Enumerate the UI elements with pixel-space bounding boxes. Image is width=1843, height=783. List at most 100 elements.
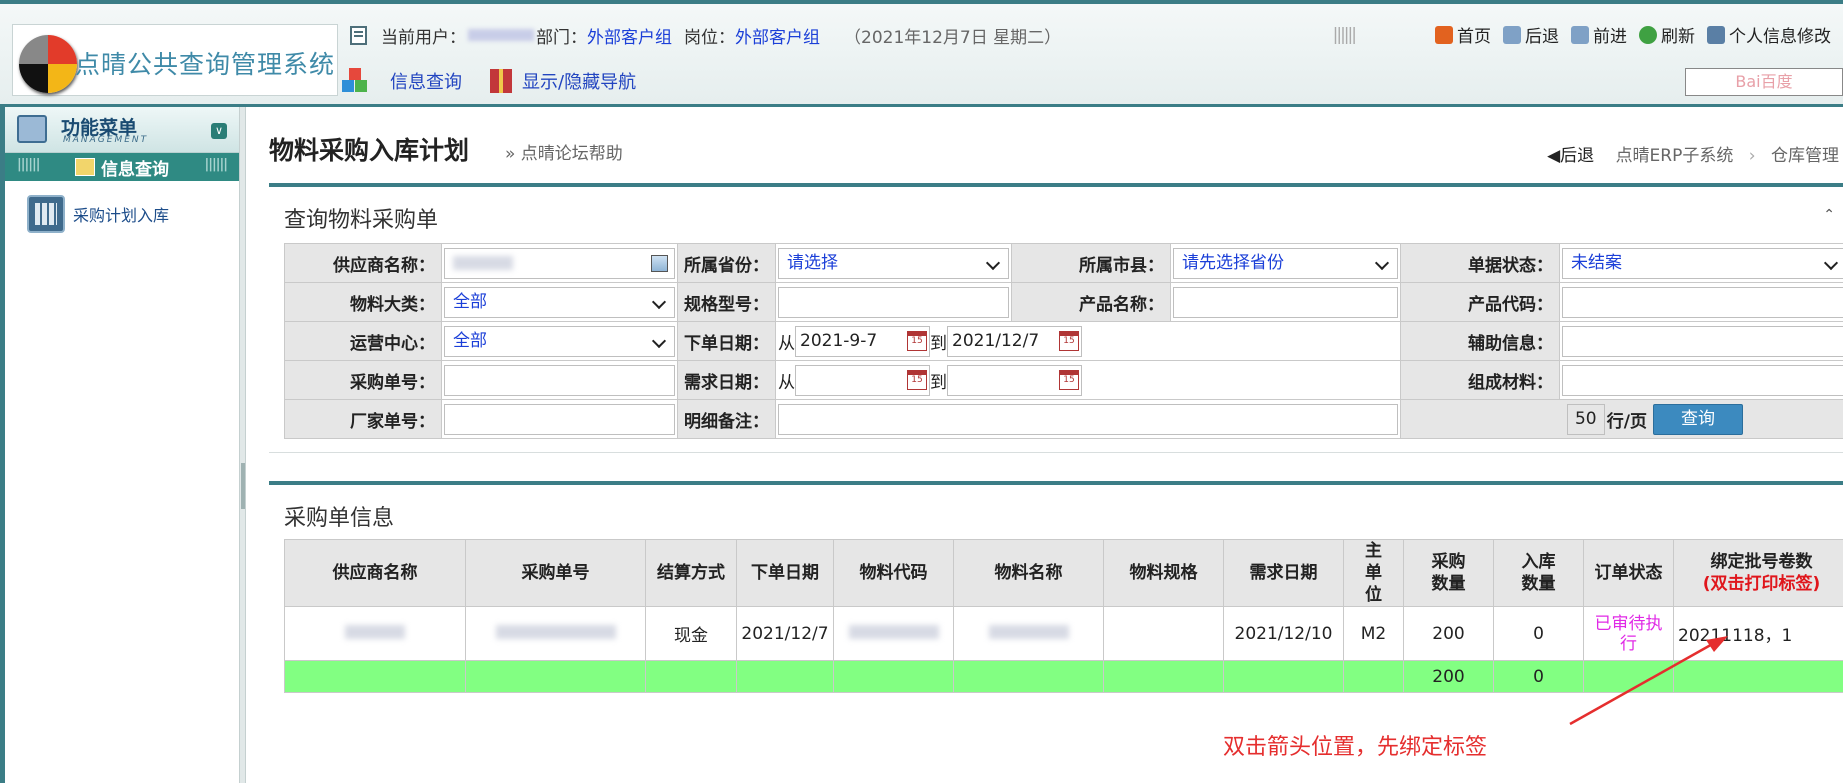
order-date-range: 从 2021-9-7 15 到 2021/12/7 15 [778, 325, 1398, 357]
col-need-date[interactable]: 需求日期 [1223, 539, 1344, 607]
aux-info-input[interactable] [1562, 325, 1843, 357]
home-icon [1435, 25, 1453, 44]
sidebar-subtitle: MANAGEMENT [63, 135, 149, 145]
menu-toggle-nav[interactable]: 显示/隐藏导航 [522, 68, 636, 94]
sidebar-splitter[interactable] [240, 107, 246, 783]
nav-profile-edit[interactable]: 个人信息修改 [1707, 22, 1831, 47]
breadcrumb-item-warehouse[interactable]: 仓库管理 [1771, 146, 1839, 166]
sidebar-section-info-query[interactable]: |||||| 信息查询 |||||| [5, 153, 239, 181]
calendar-icon[interactable]: 15 [907, 369, 927, 390]
material-input[interactable] [1562, 364, 1843, 396]
product-name-label: 产品名称： [1011, 282, 1171, 322]
col-material-name[interactable]: 物料名称 [953, 539, 1104, 607]
sidebar-header: 功能菜单 MANAGEMENT ∨ [5, 107, 239, 153]
toggle-nav-icon [490, 69, 512, 93]
results-panel-title: 采购单信息 [284, 506, 395, 531]
col-po-no[interactable]: 采购单号 [465, 539, 646, 607]
post-value: 外部客户组 [735, 27, 820, 48]
cell-supplier [284, 606, 466, 661]
collapse-up-icon[interactable]: ⌃ [1823, 207, 1835, 223]
redacted-value [495, 624, 616, 639]
breadcrumb-back[interactable]: ◀后退 [1547, 146, 1594, 166]
chevron-down-icon [1374, 255, 1390, 270]
breadcrumb: ◀后退 点晴ERP子系统 › 仓库管理 [1547, 141, 1839, 166]
need-date-to-input[interactable]: 15 [947, 364, 1082, 396]
col-supplier[interactable]: 供应商名称 [284, 539, 466, 607]
city-select[interactable]: 请先选择省份 [1173, 247, 1398, 279]
calendar-icon[interactable]: 15 [1059, 369, 1079, 390]
cell-po-no [465, 606, 646, 661]
redacted-value [988, 624, 1069, 639]
logo-emblem-icon [19, 35, 77, 93]
cell-unit: M2 [1343, 606, 1404, 661]
chevron-down-icon [651, 333, 667, 348]
bind-hint: (双击打印标签) [1702, 574, 1821, 594]
order-date-from-input[interactable]: 2021-9-7 15 [795, 325, 930, 357]
order-date-label: 下单日期： [677, 321, 776, 361]
main-content: 物料采购入库计划 » 点晴论坛帮助 ◀后退 点晴ERP子系统 › 仓库管理 查询… [247, 107, 1843, 783]
order-date-to-input[interactable]: 2021/12/7 15 [947, 325, 1082, 357]
menu-tray-icon [17, 115, 47, 143]
doc-status-label: 单据状态： [1400, 243, 1560, 283]
vendor-no-input[interactable] [444, 403, 675, 435]
nav-back[interactable]: 后退 [1503, 22, 1559, 47]
query-form: 供应商名称： 所属省份： 请选择 所属市县： 请先选择省份 单据状态： 未结案 … [284, 243, 1843, 439]
need-date-from-input[interactable]: 15 [795, 364, 930, 396]
po-no-input[interactable] [444, 364, 675, 396]
page-size-input[interactable]: 50 [1566, 403, 1605, 435]
baidu-search-box[interactable]: Bai百度 [1685, 68, 1843, 96]
nav-home[interactable]: 首页 [1435, 22, 1491, 47]
picker-icon[interactable] [651, 254, 668, 272]
col-settle[interactable]: 结算方式 [645, 539, 737, 607]
supplier-input[interactable] [444, 247, 675, 279]
col-bind-batch[interactable]: 绑定批号卷数 (双击打印标签) [1673, 539, 1843, 607]
redacted-value [345, 624, 405, 639]
col-in-qty[interactable]: 入库数量 [1493, 539, 1584, 607]
results-table: 供应商名称 采购单号 结算方式 下单日期 物料代码 物料名称 物料规格 需求日期… [284, 539, 1843, 693]
province-select[interactable]: 请选择 [778, 247, 1009, 279]
sidebar-item-purchase-plan[interactable]: 采购计划入库 [5, 181, 239, 233]
col-qty[interactable]: 采购数量 [1403, 539, 1494, 607]
grip-left: |||||| [17, 157, 40, 172]
summary-row: 200 0 [284, 660, 1843, 693]
query-panel-title: 查询物料采购单 [284, 208, 439, 233]
current-user-label: 当前用户： [381, 27, 466, 48]
calendar-icon[interactable]: 15 [1059, 330, 1079, 351]
detail-note-label: 明细备注： [677, 399, 776, 439]
query-panel: 查询物料采购单 ⌃ 供应商名称： 所属省份： 请选择 所属市县： 请先选择省份 … [269, 183, 1843, 453]
category-select[interactable]: 全部 [444, 286, 675, 318]
col-order-date[interactable]: 下单日期 [736, 539, 834, 607]
ops-center-select[interactable]: 全部 [444, 325, 675, 357]
city-label: 所属市县： [1011, 243, 1171, 283]
detail-note-input[interactable] [778, 403, 1398, 435]
spec-input[interactable] [778, 286, 1009, 318]
cell-order-date: 2021/12/7 [736, 606, 834, 661]
forward-icon [1571, 25, 1589, 44]
product-name-input[interactable] [1173, 286, 1398, 318]
product-code-input[interactable] [1562, 286, 1843, 318]
col-status[interactable]: 订单状态 [1583, 539, 1674, 607]
cell-status: 已审待执行 [1583, 606, 1674, 661]
collapse-icon[interactable]: ∨ [211, 123, 227, 139]
nav-refresh[interactable]: 刷新 [1639, 22, 1695, 47]
query-button[interactable]: 查询 [1653, 403, 1743, 435]
supplier-label: 供应商名称： [284, 243, 442, 283]
cubes-icon [342, 68, 368, 94]
nav-forward[interactable]: 前进 [1571, 22, 1627, 47]
col-material-spec[interactable]: 物料规格 [1103, 539, 1224, 607]
calendar-icon[interactable]: 15 [907, 330, 927, 351]
table-row[interactable]: 现金 2021/12/7 2021/12/10 M2 200 0 已审待执行 2… [284, 606, 1843, 661]
cell-need-date: 2021/12/10 [1223, 606, 1344, 661]
col-unit[interactable]: 主单位 [1343, 539, 1404, 607]
col-material-code[interactable]: 物料代码 [833, 539, 954, 607]
menu-info-query[interactable]: 信息查询 [390, 68, 462, 94]
table-header: 供应商名称 采购单号 结算方式 下单日期 物料代码 物料名称 物料规格 需求日期… [284, 539, 1843, 607]
page-title: 物料采购入库计划 [269, 136, 470, 165]
user-info-bar: 当前用户： 部门： 外部客户组 岗位： 外部客户组 （2021年12月7日 星期… [350, 22, 1061, 48]
cell-in-qty: 0 [1493, 606, 1584, 661]
cell-bind-batch[interactable]: 20211118，1 [1673, 606, 1843, 661]
doc-status-select[interactable]: 未结案 [1562, 247, 1843, 279]
breadcrumb-item-erp[interactable]: 点晴ERP子系统 [1616, 146, 1734, 166]
current-date: （2021年12月7日 星期二） [844, 27, 1062, 48]
help-link[interactable]: » 点晴论坛帮助 [505, 139, 623, 164]
